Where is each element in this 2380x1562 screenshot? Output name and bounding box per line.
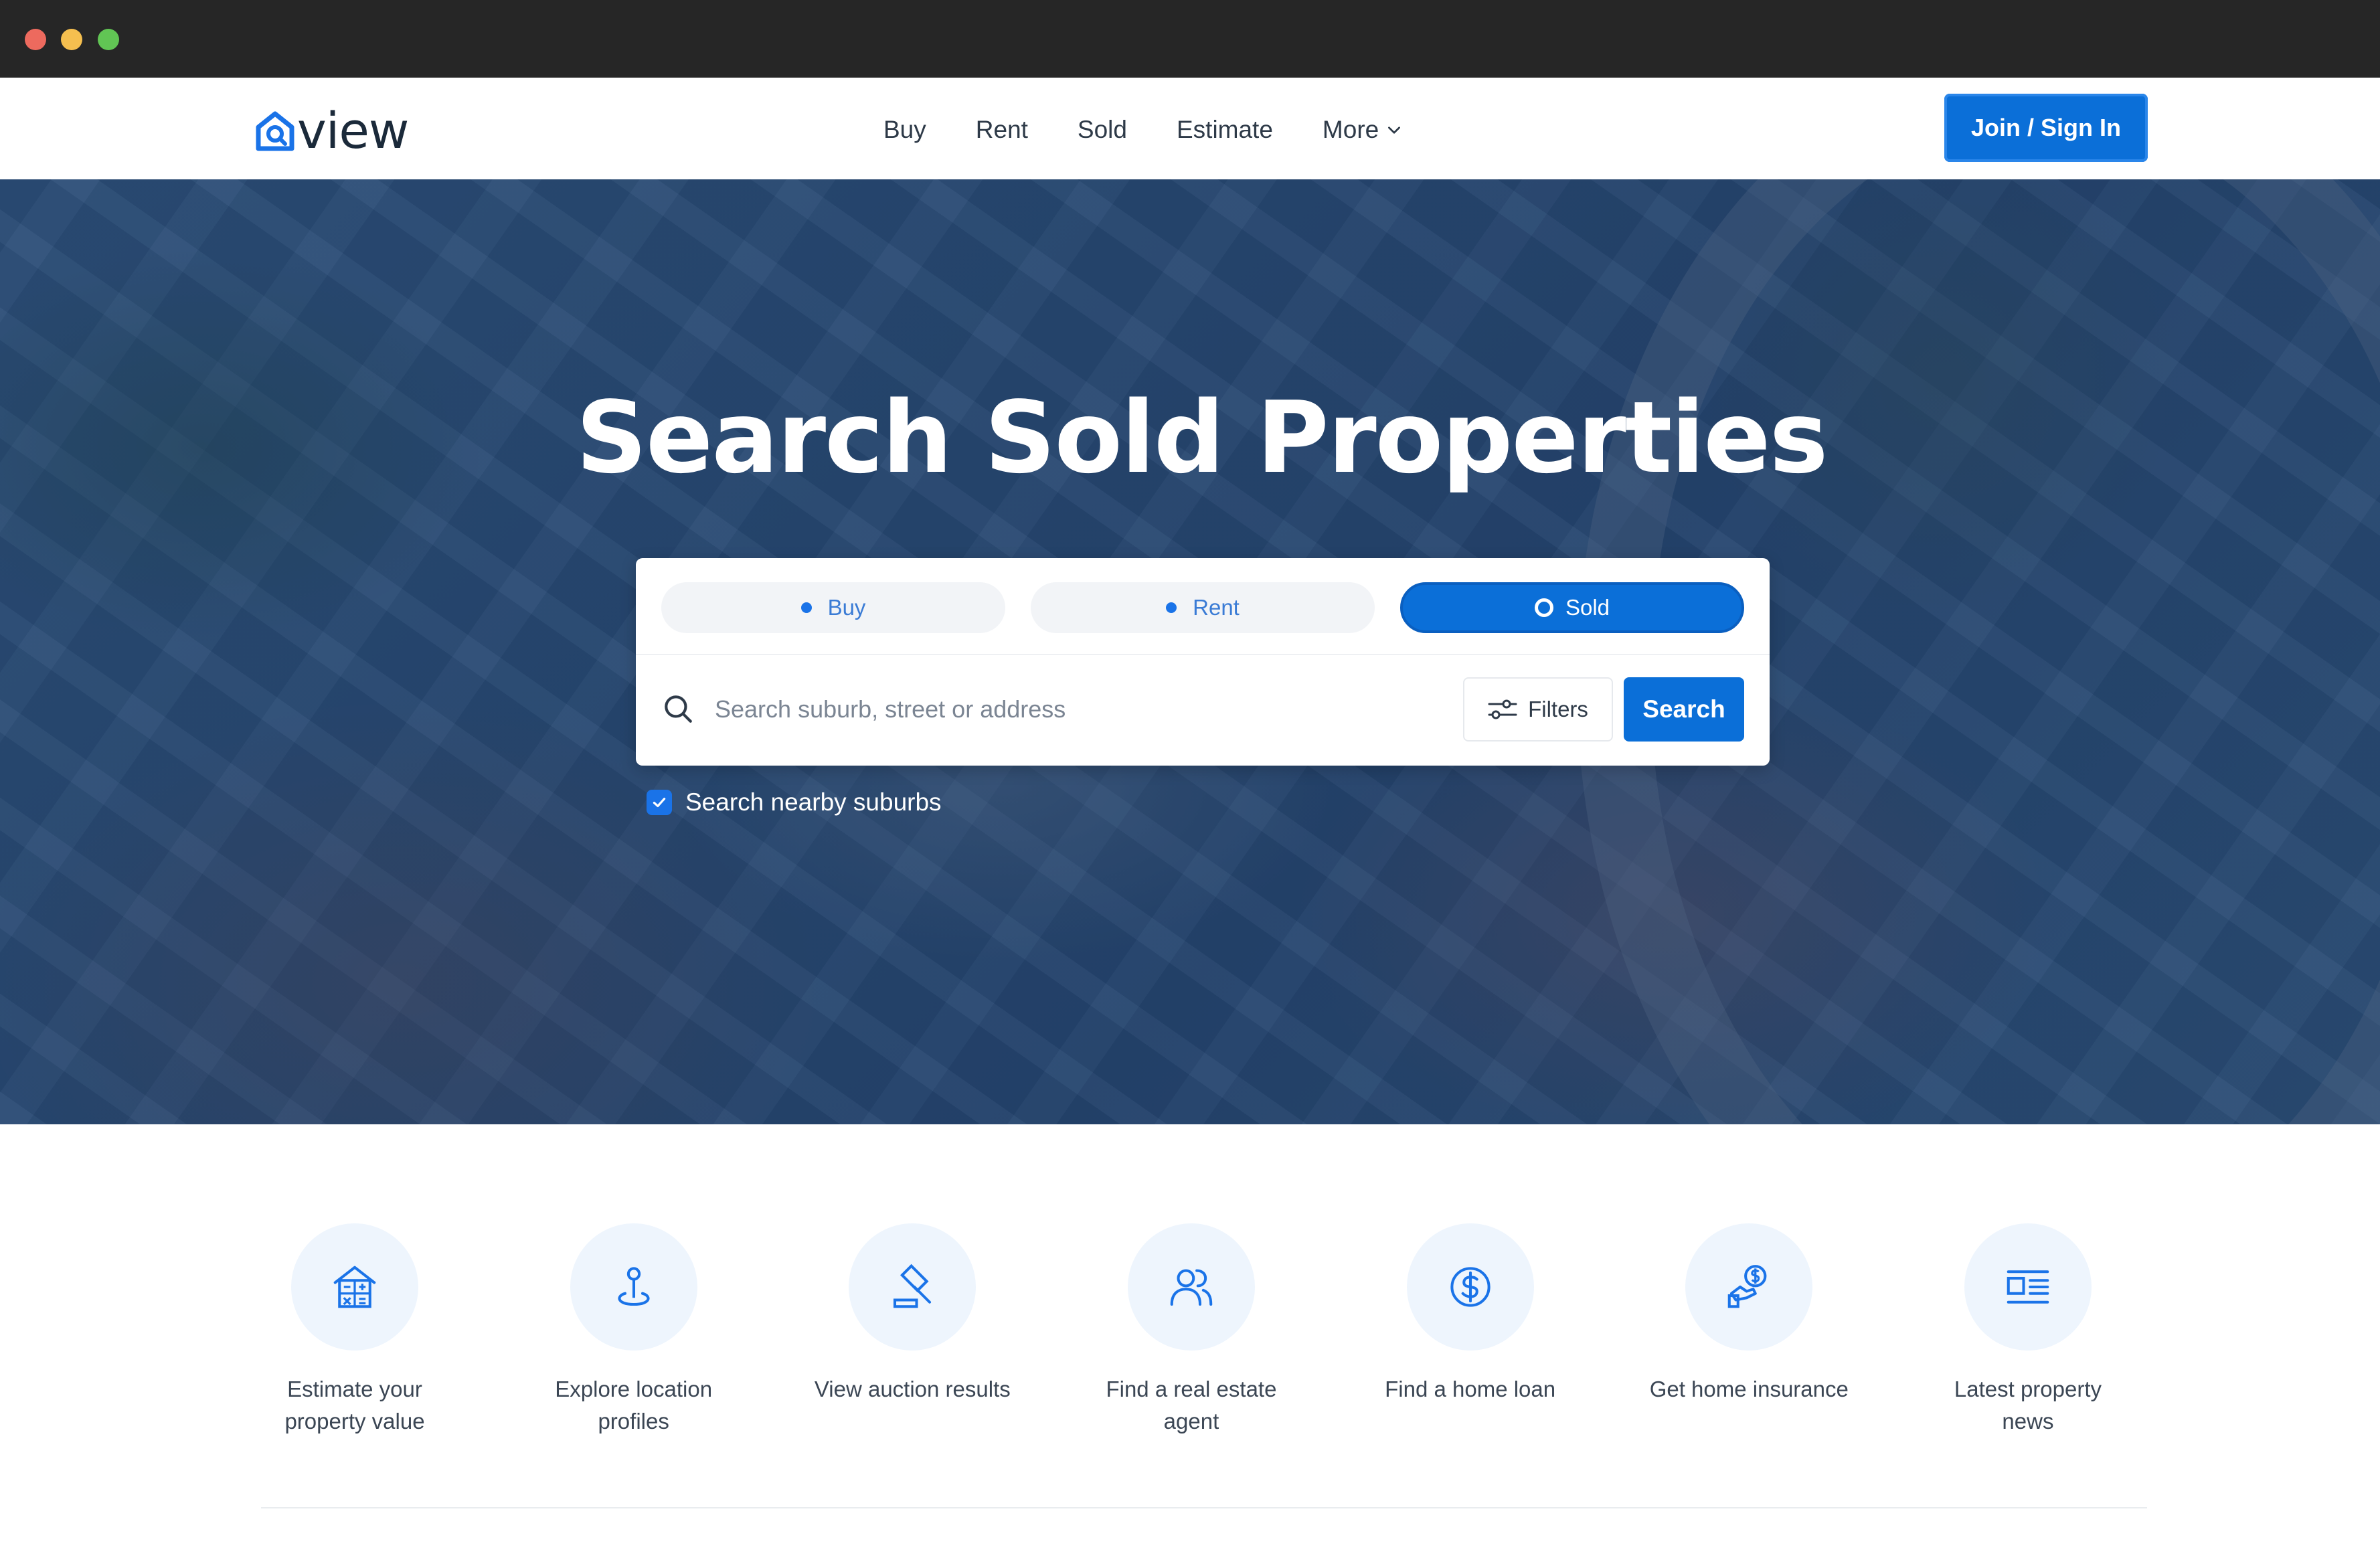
search-button[interactable]: Search: [1624, 677, 1744, 742]
join-sign-in-button[interactable]: Join / Sign In: [1944, 94, 2148, 162]
service-label: Latest property news: [1954, 1377, 2102, 1434]
search-nearby-toggle[interactable]: Search nearby suburbs: [647, 788, 942, 816]
gavel-icon: [894, 1264, 932, 1308]
nav-more-label: More: [1322, 116, 1379, 143]
users-icon: [1170, 1269, 1213, 1306]
tab-sold[interactable]: Sold: [1400, 582, 1744, 633]
window-chrome: [0, 0, 2380, 78]
service-label: Get home insurance: [1649, 1377, 1849, 1401]
close-window-button[interactable]: [25, 29, 46, 50]
tab-sold-label: Sold: [1565, 595, 1610, 620]
listing-type-tabs: Buy Rent Sold: [661, 582, 1770, 633]
nav-buy[interactable]: Buy: [883, 116, 926, 144]
filters-label: Filters: [1528, 697, 1588, 721]
services-row: Estimate your property value Explore loc…: [228, 1223, 2155, 1438]
tab-buy-label: Buy: [827, 595, 866, 620]
chevron-down-icon: [1388, 126, 1401, 134]
main-nav: Buy Rent Sold Estimate More: [883, 110, 1452, 150]
tab-rent[interactable]: Rent: [1031, 582, 1375, 633]
logo[interactable]: view: [254, 102, 409, 160]
service-home-insurance[interactable]: Get home insurance: [1622, 1223, 1876, 1438]
maximize-window-button[interactable]: [98, 29, 119, 50]
tab-buy[interactable]: Buy: [661, 582, 1005, 633]
service-icon-circle: [1406, 1223, 1534, 1351]
service-label: Explore location profiles: [555, 1377, 713, 1434]
service-icon-circle: [1685, 1223, 1813, 1351]
service-label: Find a real estate agent: [1106, 1377, 1277, 1434]
service-estimate-value[interactable]: Estimate your property value: [228, 1223, 482, 1438]
service-icon-circle: [570, 1223, 697, 1351]
service-label: Estimate your property value: [284, 1377, 425, 1434]
service-auction-results[interactable]: View auction results: [785, 1223, 1039, 1438]
service-icon-circle: [1964, 1223, 2092, 1351]
minimize-window-button[interactable]: [61, 29, 82, 50]
check-icon: [653, 797, 666, 808]
nav-sold[interactable]: Sold: [1078, 116, 1127, 144]
logo-text: view: [297, 102, 409, 160]
bullet-icon: [800, 602, 812, 613]
service-label: View auction results: [814, 1377, 1011, 1401]
service-property-news[interactable]: Latest property news: [1901, 1223, 2155, 1438]
house-search-logo-icon: [256, 111, 294, 151]
dollar-circle-icon: [1450, 1267, 1491, 1307]
service-label: Find a home loan: [1385, 1377, 1556, 1401]
search-divider: [636, 654, 1770, 655]
nearby-label: Search nearby suburbs: [685, 788, 942, 816]
bullet-icon: [1166, 602, 1177, 613]
news-icon: [2007, 1270, 2049, 1304]
house-calculator-icon: [333, 1266, 376, 1308]
nearby-checkbox[interactable]: [647, 790, 672, 815]
search-icon: [665, 695, 692, 723]
site-header: view Buy Rent Sold Estimate More Join / …: [0, 78, 2380, 179]
filters-button[interactable]: Filters: [1463, 677, 1613, 742]
service-icon-circle: [291, 1223, 418, 1351]
tab-rent-label: Rent: [1193, 595, 1240, 620]
radio-ring-icon: [1534, 598, 1553, 617]
service-icon-circle: [1127, 1223, 1255, 1351]
hero-title: Search Sold Properties: [576, 380, 1828, 495]
hand-dollar-icon: [1728, 1265, 1767, 1308]
location-pin-icon: [618, 1267, 650, 1306]
search-input[interactable]: [715, 683, 1384, 736]
sliders-icon: [1488, 699, 1517, 719]
service-home-loan[interactable]: Find a home loan: [1343, 1223, 1598, 1438]
nav-more[interactable]: More: [1323, 116, 1403, 144]
service-location-profiles[interactable]: Explore location profiles: [507, 1223, 761, 1438]
nav-rent[interactable]: Rent: [976, 116, 1028, 144]
section-divider: [261, 1507, 2147, 1508]
search-card: Buy Rent Sold Filters Search: [636, 558, 1770, 766]
service-find-agent[interactable]: Find a real estate agent: [1064, 1223, 1319, 1438]
nav-estimate[interactable]: Estimate: [1177, 116, 1273, 144]
service-icon-circle: [849, 1223, 976, 1351]
